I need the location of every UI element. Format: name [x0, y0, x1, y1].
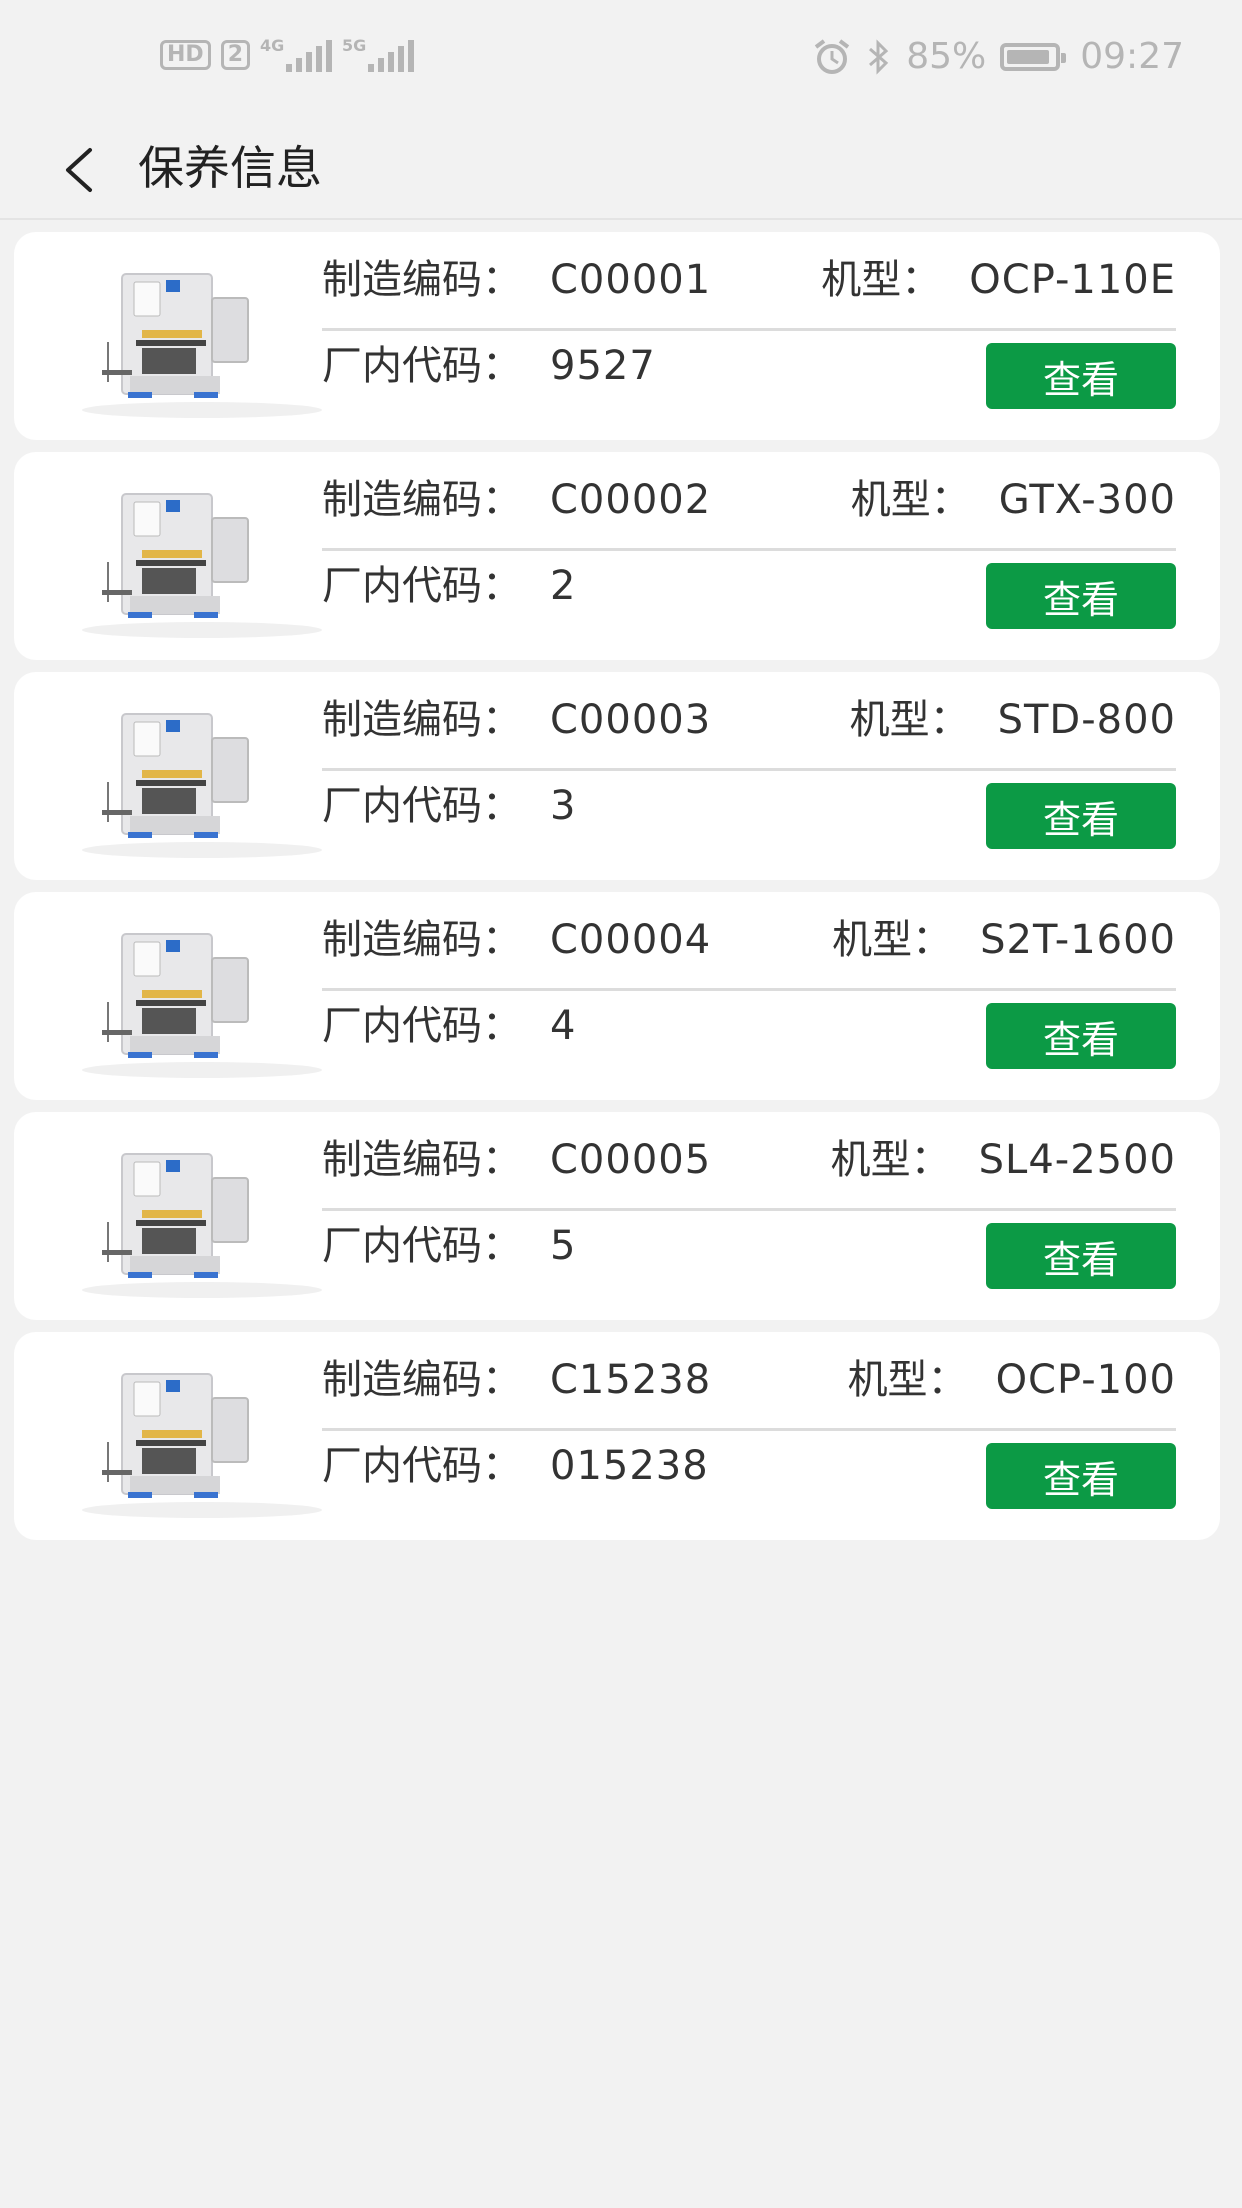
code-value: C15238	[550, 1357, 712, 1403]
divider	[322, 1428, 1176, 1431]
factory-label: 厂内代码：	[322, 563, 522, 609]
card-row-bottom: 厂内代码： 3	[322, 778, 576, 834]
alarm-icon	[815, 38, 850, 74]
divider	[322, 1208, 1176, 1211]
factory-value: 5	[550, 1223, 577, 1269]
divider	[322, 328, 1176, 331]
machine-card: 制造编码： C00005 机型： SL4-2500 厂内代码： 5 查看	[14, 1112, 1220, 1320]
machine-card: 制造编码： C00001 机型： OCP-110E 厂内代码： 9527 查看	[14, 232, 1220, 440]
code-value: C00001	[550, 257, 712, 303]
card-row-top: 制造编码： C00002 机型： GTX-300	[322, 468, 1176, 524]
card-row-bottom: 厂内代码： 2	[322, 558, 576, 614]
machine-image	[82, 933, 322, 1078]
card-row-top: 制造编码： C00001 机型： OCP-110E	[322, 248, 1176, 304]
machine-card: 制造编码： C00003 机型： STD-800 厂内代码： 3 查看	[14, 672, 1220, 880]
signal-icon: 5G	[342, 36, 414, 72]
chevron-left-icon[interactable]	[52, 132, 112, 208]
sim-badge: 2	[220, 40, 250, 70]
machine-image	[82, 1373, 322, 1518]
machine-image	[82, 713, 322, 858]
model-value: SL4-2500	[978, 1137, 1176, 1183]
model-value: OCP-110E	[969, 257, 1176, 303]
code-label: 制造编码：	[322, 477, 522, 523]
status-right: 85% 09:27	[812, 36, 1184, 77]
code-label: 制造编码：	[322, 1137, 522, 1183]
page-title: 保养信息	[138, 141, 322, 195]
model-label: 机型：	[850, 477, 971, 523]
card-row-bottom: 厂内代码： 015238	[322, 1438, 709, 1494]
model-value: STD-800	[997, 697, 1176, 743]
card-row-bottom: 厂内代码： 9527	[322, 338, 656, 394]
machine-card: 制造编码： C00002 机型： GTX-300 厂内代码： 2 查看	[14, 452, 1220, 660]
machine-image	[82, 273, 322, 418]
model-value: GTX-300	[998, 477, 1176, 523]
model-value: S2T-1600	[980, 917, 1176, 963]
card-row-top: 制造编码： C00003 机型： STD-800	[322, 688, 1176, 744]
view-button[interactable]: 查看	[986, 343, 1176, 409]
card-row-top: 制造编码： C15238 机型： OCP-100	[322, 1348, 1176, 1404]
code-value: C00002	[550, 477, 712, 523]
model-value: OCP-100	[995, 1357, 1176, 1403]
factory-label: 厂内代码：	[322, 1003, 522, 1049]
model-label: 机型：	[832, 917, 953, 963]
factory-value: 015238	[550, 1443, 709, 1489]
card-row-top: 制造编码： C00004 机型： S2T-1600	[322, 908, 1176, 964]
battery-percent: 85%	[906, 36, 987, 77]
code-label: 制造编码：	[322, 257, 522, 303]
machine-image	[82, 1153, 322, 1298]
view-button[interactable]: 查看	[986, 1003, 1176, 1069]
battery-icon	[1000, 42, 1067, 71]
model-label: 机型：	[830, 1137, 951, 1183]
code-label: 制造编码：	[322, 917, 522, 963]
divider	[322, 548, 1176, 551]
view-button[interactable]: 查看	[986, 1223, 1176, 1289]
machine-card: 制造编码： C00004 机型： S2T-1600 厂内代码： 4 查看	[14, 892, 1220, 1100]
factory-label: 厂内代码：	[322, 1443, 522, 1489]
status-bar: HD 2 4G 5G 85% 09:27	[0, 0, 1242, 120]
factory-value: 4	[550, 1003, 577, 1049]
model-label: 机型：	[821, 257, 942, 303]
factory-value: 3	[550, 783, 577, 829]
machine-list: 制造编码： C00001 机型： OCP-110E 厂内代码： 9527 查看	[14, 232, 1220, 1552]
model-label: 机型：	[847, 1357, 968, 1403]
view-button[interactable]: 查看	[986, 783, 1176, 849]
card-row-bottom: 厂内代码： 4	[322, 998, 576, 1054]
code-value: C00003	[550, 697, 712, 743]
machine-image	[82, 493, 322, 638]
app-header: 保养信息	[0, 120, 1242, 220]
bluetooth-icon	[869, 38, 889, 75]
divider	[322, 768, 1176, 771]
divider	[322, 988, 1176, 991]
view-button[interactable]: 查看	[986, 1443, 1176, 1509]
code-label: 制造编码：	[322, 1357, 522, 1403]
machine-card: 制造编码： C15238 机型： OCP-100 厂内代码： 015238 查看	[14, 1332, 1220, 1540]
code-value: C00004	[550, 917, 712, 963]
card-row-bottom: 厂内代码： 5	[322, 1218, 576, 1274]
card-row-top: 制造编码： C00005 机型： SL4-2500	[322, 1128, 1176, 1184]
factory-value: 2	[550, 563, 577, 609]
factory-value: 9527	[550, 343, 656, 389]
factory-label: 厂内代码：	[322, 343, 522, 389]
hd-badge: HD	[160, 40, 211, 70]
code-label: 制造编码：	[322, 697, 522, 743]
status-left: HD 2 4G 5G	[160, 36, 414, 72]
factory-label: 厂内代码：	[322, 1223, 522, 1269]
signal-icon: 4G	[260, 36, 332, 72]
clock: 09:27	[1080, 36, 1184, 77]
view-button[interactable]: 查看	[986, 563, 1176, 629]
code-value: C00005	[550, 1137, 712, 1183]
factory-label: 厂内代码：	[322, 783, 522, 829]
model-label: 机型：	[849, 697, 970, 743]
